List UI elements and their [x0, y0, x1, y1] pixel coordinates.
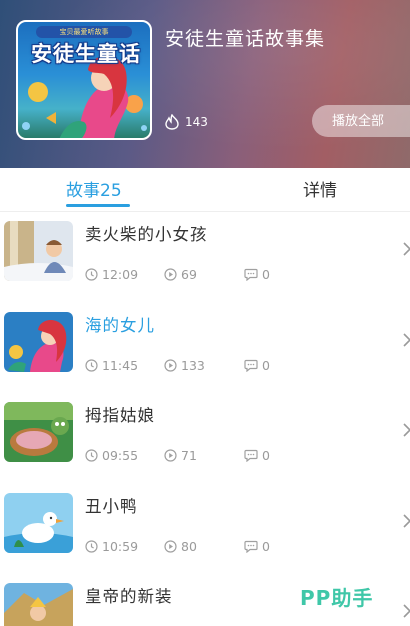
story-title: 海的女儿 [85, 316, 155, 335]
album-cover[interactable]: 宝贝最爱听故事 安徒生童话 [16, 20, 152, 140]
story-comments-value: 0 [262, 358, 270, 373]
story-comments-value: 0 [262, 448, 270, 463]
story-comments: 0 [244, 539, 270, 554]
story-duration: 09:55 [85, 448, 138, 463]
album-header: 宝贝最爱听故事 安徒生童话 安徒生童话故事集 143 播放全部 [0, 0, 410, 168]
story-plays-value: 69 [181, 267, 197, 282]
play-count-value: 143 [185, 115, 208, 129]
comment-icon [244, 359, 258, 372]
story-plays: 80 [164, 539, 197, 554]
story-plays: 133 [164, 358, 205, 373]
watermark-label: PP助手 [300, 586, 374, 610]
play-circle-icon [164, 449, 177, 462]
chevron-right-icon[interactable] [402, 603, 410, 619]
chevron-right-icon[interactable] [402, 241, 410, 257]
clock-icon [85, 540, 98, 553]
story-comments: 0 [244, 267, 270, 282]
play-count: 143 [165, 114, 208, 130]
story-item[interactable]: 卖火柴的小女孩 12:09 69 0 [0, 213, 410, 303]
story-comments-value: 0 [262, 539, 270, 554]
story-item[interactable]: 丑小鸭 10:59 80 0 [0, 485, 410, 575]
story-duration: 12:09 [85, 267, 138, 282]
story-plays-value: 71 [181, 448, 197, 463]
comment-icon [244, 540, 258, 553]
story-title: 卖火柴的小女孩 [85, 225, 208, 244]
story-thumbnail [4, 493, 73, 553]
story-item-active[interactable]: 海的女儿 11:45 133 0 [0, 304, 410, 394]
tab-details[interactable]: 详情 [303, 176, 337, 201]
comment-icon [244, 268, 258, 281]
cover-title: 安徒生童话 [31, 41, 141, 66]
tab-bar: 故事25 详情 [0, 168, 410, 212]
album-title: 安徒生童话故事集 [165, 28, 326, 50]
story-duration-value: 09:55 [102, 448, 139, 463]
story-comments: 0 [244, 448, 270, 463]
play-circle-icon [164, 359, 177, 372]
story-title: 丑小鸭 [85, 497, 138, 516]
story-plays: 71 [164, 448, 197, 463]
story-thumbnail [4, 402, 73, 462]
story-duration: 10:59 [85, 539, 138, 554]
story-thumbnail [4, 583, 73, 626]
story-item[interactable]: 拇指姑娘 09:55 71 0 [0, 394, 410, 484]
story-duration: 11:45 [85, 358, 138, 373]
story-duration-value: 11:45 [102, 358, 139, 373]
story-duration-value: 10:59 [102, 539, 139, 554]
story-thumbnail [4, 221, 73, 281]
story-thumbnail [4, 312, 73, 372]
clock-icon [85, 449, 98, 462]
play-circle-icon [164, 268, 177, 281]
fire-icon [165, 114, 179, 130]
story-title: 皇帝的新装 [85, 587, 173, 606]
tab-stories[interactable]: 故事25 [66, 176, 122, 201]
story-plays-value: 80 [181, 539, 197, 554]
play-all-button[interactable]: 播放全部 [312, 105, 410, 137]
story-comments-value: 0 [262, 267, 270, 282]
story-title: 拇指姑娘 [85, 406, 155, 425]
cover-subtitle: 宝贝最爱听故事 [36, 26, 132, 38]
chevron-right-icon[interactable] [402, 422, 410, 438]
clock-icon [85, 359, 98, 372]
clock-icon [85, 268, 98, 281]
chevron-right-icon[interactable] [402, 513, 410, 529]
comment-icon [244, 449, 258, 462]
story-plays: 69 [164, 267, 197, 282]
play-circle-icon [164, 540, 177, 553]
active-tab-indicator [66, 204, 130, 207]
story-duration-value: 12:09 [102, 267, 139, 282]
story-plays-value: 133 [181, 358, 205, 373]
story-comments: 0 [244, 358, 270, 373]
chevron-right-icon[interactable] [402, 332, 410, 348]
